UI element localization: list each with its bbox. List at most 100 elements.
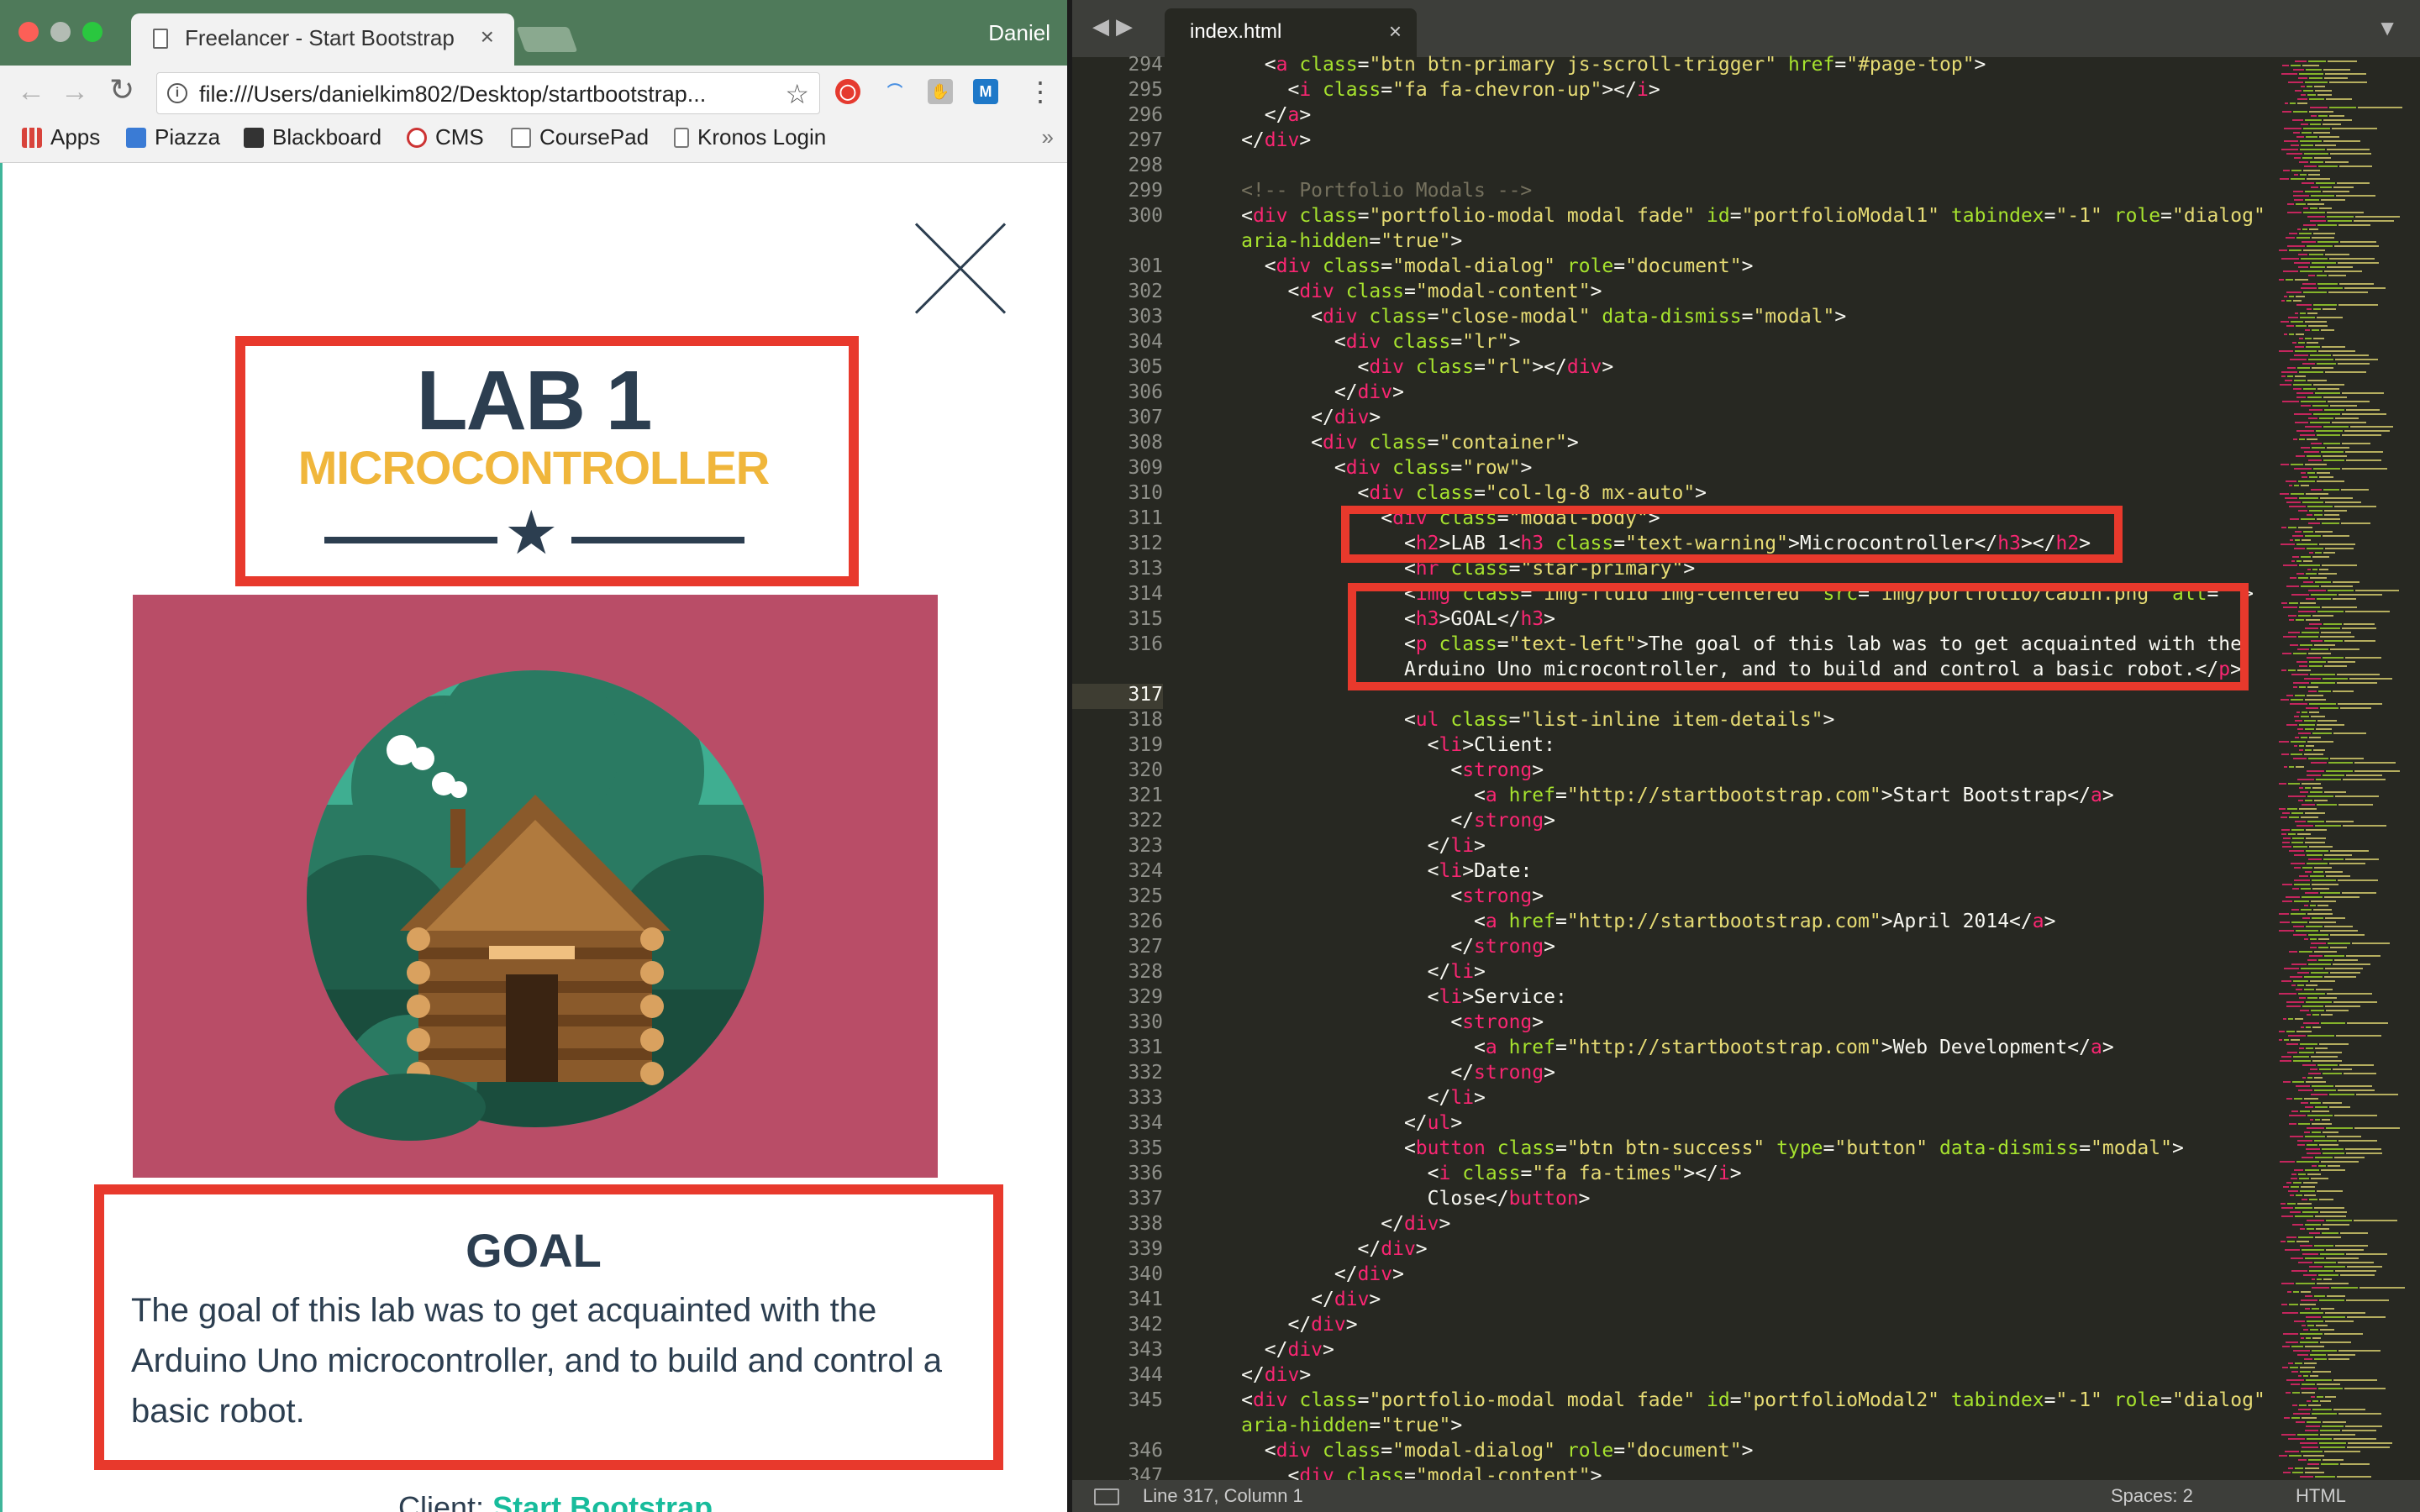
- code-line[interactable]: Close</button>: [1171, 1188, 1591, 1210]
- code-line[interactable]: <div class="close-modal" data-dismiss="m…: [1171, 306, 1846, 328]
- m-extension-icon[interactable]: M: [973, 79, 998, 104]
- minimap-line: [2305, 787, 2311, 789]
- window-close-button[interactable]: [18, 22, 39, 42]
- tab-nav-arrows-icon[interactable]: ◀▶: [1092, 13, 1139, 39]
- code-line[interactable]: </div>: [1171, 1314, 1357, 1336]
- code-line[interactable]: <a href="http://startbootstrap.com">Apri…: [1171, 911, 2055, 932]
- rainbow-extension-icon[interactable]: ⌒: [882, 79, 908, 104]
- window-maximize-button[interactable]: [82, 22, 103, 42]
- minimap-line: [2315, 1047, 2328, 1049]
- minimap-line: [2302, 363, 2315, 365]
- minimap-line: [2292, 1224, 2303, 1226]
- indentation-setting[interactable]: Spaces: 2: [2111, 1485, 2193, 1507]
- bookmark-piazza[interactable]: Piazza: [126, 124, 220, 150]
- bookmark-blackboard[interactable]: Blackboard: [244, 124, 381, 150]
- minimap-line: [2319, 136, 2339, 138]
- reload-icon[interactable]: ↻: [109, 72, 134, 108]
- code-area[interactable]: <a class="btn btn-primary js-scroll-trig…: [1171, 54, 2420, 1487]
- syntax-mode[interactable]: HTML: [2296, 1485, 2346, 1507]
- new-tab-button[interactable]: [516, 27, 578, 52]
- bookmark-cms[interactable]: CMS: [407, 124, 484, 150]
- info-icon[interactable]: i: [167, 83, 187, 103]
- code-line[interactable]: <i class="fa fa-chevron-up"></i>: [1171, 79, 1660, 101]
- bookmark-star-icon[interactable]: ☆: [785, 78, 809, 110]
- minimap-line: [2292, 1404, 2297, 1406]
- code-line[interactable]: </strong>: [1171, 936, 1555, 958]
- code-line[interactable]: <a href="http://startbootstrap.com">Star…: [1171, 785, 2114, 806]
- code-line[interactable]: </div>: [1171, 1289, 1381, 1310]
- code-line[interactable]: <strong>: [1171, 759, 1544, 781]
- close-modal-icon[interactable]: [914, 222, 1007, 314]
- back-arrow-icon[interactable]: ←: [17, 76, 45, 108]
- code-line[interactable]: </li>: [1171, 961, 1486, 983]
- window-minimize-button[interactable]: [50, 22, 71, 42]
- tab-dropdown-icon[interactable]: ▼: [2376, 15, 2398, 41]
- minimap[interactable]: [2272, 57, 2420, 1485]
- address-bar[interactable]: i file:///Users/danielkim802/Desktop/sta…: [156, 72, 820, 114]
- code-line[interactable]: <button class="btn btn-success" type="bu…: [1171, 1137, 2184, 1159]
- code-line[interactable]: <div class="portfolio-modal modal fade" …: [1171, 205, 2265, 227]
- code-line[interactable]: </li>: [1171, 835, 1486, 857]
- code-line[interactable]: <!-- Portfolio Modals -->: [1171, 180, 1532, 202]
- bookmark-kronos-login[interactable]: Kronos Login: [674, 124, 826, 150]
- code-line[interactable]: <a class="btn btn-primary js-scroll-trig…: [1171, 54, 1986, 76]
- code-line[interactable]: <strong>: [1171, 1011, 1544, 1033]
- chrome-menu-icon[interactable]: ⋮: [1027, 76, 1054, 108]
- code-line[interactable]: </div>: [1171, 1238, 1428, 1260]
- minimap-line: [2282, 842, 2290, 843]
- code-line[interactable]: </div>: [1171, 1339, 1334, 1361]
- code-line[interactable]: <li>Client:: [1171, 734, 1555, 756]
- minimap-line: [2311, 942, 2326, 944]
- client-link[interactable]: Start Bootstrap: [492, 1490, 713, 1512]
- minimap-line: [2307, 1325, 2314, 1326]
- bookmarks-overflow-button[interactable]: »: [1042, 124, 1054, 150]
- code-line[interactable]: </div>: [1171, 381, 1404, 403]
- code-line[interactable]: </div>: [1171, 129, 1311, 151]
- code-line[interactable]: </strong>: [1171, 810, 1555, 832]
- bookmark-coursepad[interactable]: CoursePad: [511, 124, 649, 150]
- code-line[interactable]: <div class="row">: [1171, 457, 1532, 479]
- code-line[interactable]: <div class="modal-dialog" role="document…: [1171, 255, 1754, 277]
- hand-extension-icon[interactable]: ✋: [928, 79, 953, 104]
- code-line[interactable]: <div class="portfolio-modal modal fade" …: [1171, 1389, 2265, 1411]
- code-line[interactable]: </li>: [1171, 1087, 1486, 1109]
- minimap-line: [2315, 90, 2332, 92]
- code-line[interactable]: <i class="fa fa-times"></i>: [1171, 1163, 1742, 1184]
- minimap-line: [2281, 1215, 2293, 1217]
- code-line[interactable]: <div class="modal-content">: [1171, 281, 1602, 302]
- code-line[interactable]: <div class="container">: [1171, 432, 1579, 454]
- code-line[interactable]: <div class="col-lg-8 mx-auto">: [1171, 482, 1707, 504]
- code-line[interactable]: </ul>: [1171, 1112, 1462, 1134]
- browser-tab-active[interactable]: Freelancer - Start Bootstrap Th ×: [131, 13, 514, 66]
- panel-toggle-icon[interactable]: [1094, 1488, 1119, 1505]
- minimap-line: [2330, 850, 2369, 852]
- adblock-extension-icon[interactable]: ◯: [835, 79, 860, 104]
- code-line[interactable]: </strong>: [1171, 1062, 1555, 1084]
- code-line[interactable]: </div>: [1171, 1213, 1450, 1235]
- code-line[interactable]: <ul class="list-inline item-details">: [1171, 709, 1834, 731]
- code-line[interactable]: <strong>: [1171, 885, 1544, 907]
- tab-close-icon[interactable]: ×: [481, 24, 494, 50]
- code-line[interactable]: <div class="rl"></div>: [1171, 356, 1614, 378]
- profile-name[interactable]: Daniel: [988, 20, 1050, 46]
- code-line[interactable]: </div>: [1171, 1263, 1404, 1285]
- code-line[interactable]: <div class="lr">: [1171, 331, 1521, 353]
- code-line[interactable]: aria-hidden="true">: [1171, 1415, 1462, 1436]
- address-bar-url[interactable]: file:///Users/danielkim802/Desktop/start…: [199, 81, 706, 108]
- code-line[interactable]: <li>Date:: [1171, 860, 1533, 882]
- minimap-line: [2294, 468, 2312, 470]
- code-line[interactable]: <a href="http://startbootstrap.com">Web …: [1171, 1037, 2114, 1058]
- code-line[interactable]: </a>: [1171, 104, 1311, 126]
- editor-tab-active[interactable]: index.html ×: [1165, 8, 1417, 57]
- code-line[interactable]: </div>: [1171, 1364, 1311, 1386]
- forward-arrow-icon[interactable]: →: [60, 76, 89, 108]
- minimap-line: [2315, 144, 2336, 146]
- editor-tab-close-icon[interactable]: ×: [1389, 18, 1402, 45]
- code-line[interactable]: </div>: [1171, 407, 1381, 428]
- code-line[interactable]: <li>Service:: [1171, 986, 1567, 1008]
- code-line[interactable]: <div class="modal-dialog" role="document…: [1171, 1440, 1754, 1462]
- minimap-line: [2329, 863, 2365, 864]
- piazza-icon: [126, 127, 146, 148]
- code-line[interactable]: aria-hidden="true">: [1171, 230, 1462, 252]
- bookmark-apps[interactable]: Apps: [22, 124, 100, 150]
